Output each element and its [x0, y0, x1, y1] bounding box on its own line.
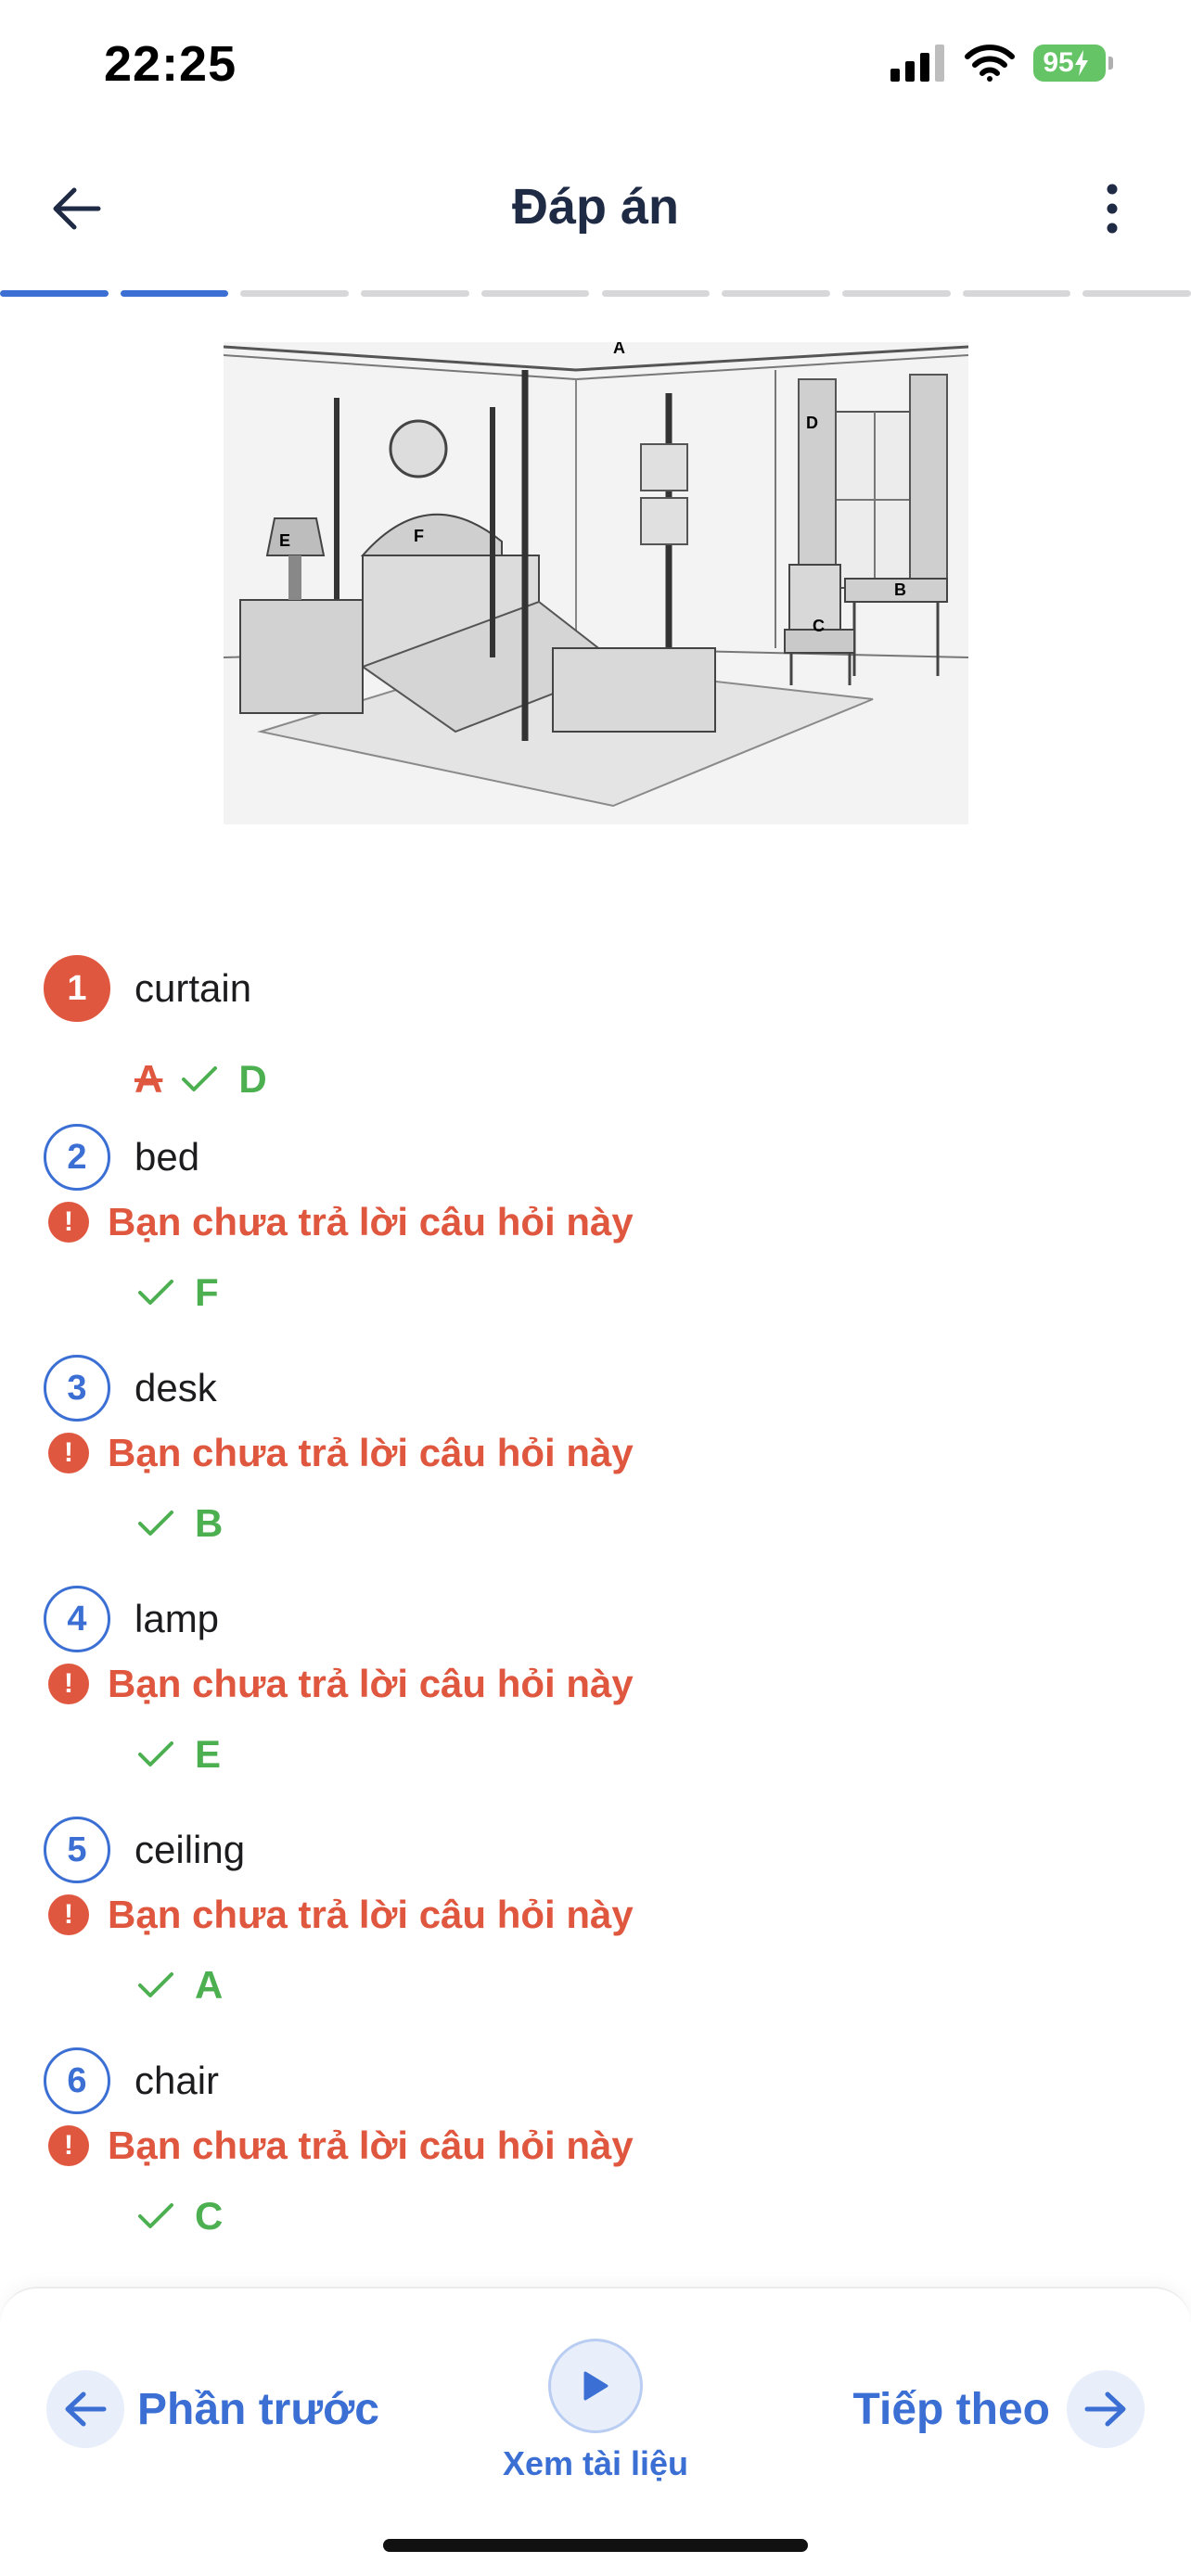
given-answer-wrong: A	[134, 1057, 163, 1101]
question-number-badge: 1	[44, 955, 110, 1022]
check-icon	[181, 1061, 218, 1098]
bedroom-sketch-drawing: A B C D E F	[223, 338, 969, 824]
progress-segment	[1082, 290, 1191, 297]
question-number-badge: 4	[44, 1586, 110, 1652]
alert-icon: !	[48, 2125, 89, 2166]
page-title: Đáp án	[511, 179, 680, 235]
alert-icon: !	[48, 1202, 89, 1243]
next-label: Tiếp theo	[852, 2384, 1050, 2434]
check-icon	[137, 1274, 174, 1311]
check-icon	[137, 1736, 174, 1773]
question-progress-bar	[0, 290, 1191, 297]
battery-cap	[1108, 57, 1113, 70]
progress-segment	[722, 290, 830, 297]
status-time: 22:25	[104, 36, 237, 92]
check-icon	[137, 2198, 174, 2235]
answer-row: F	[137, 1270, 219, 1315]
alert-icon: !	[48, 1433, 89, 1473]
battery-indicator: 95	[1033, 45, 1113, 82]
label-f: F	[414, 527, 424, 545]
question-word: chair	[134, 2059, 220, 2102]
home-indicator[interactable]	[383, 2539, 808, 2552]
question-word: curtain	[134, 966, 252, 1010]
unanswered-warning: ! Bạn chưa trả lời câu hỏi này	[48, 2123, 634, 2168]
question-word: desk	[134, 1366, 217, 1409]
check-icon	[137, 1967, 174, 2004]
unanswered-warning: ! Bạn chưa trả lời câu hỏi này	[48, 1893, 634, 1937]
progress-segment	[120, 290, 229, 297]
progress-segment	[480, 290, 590, 297]
answer-row: B	[137, 1501, 223, 1546]
battery-percent: 95	[1043, 47, 1074, 78]
question-word: bed	[134, 1135, 200, 1179]
answer-row: A D	[134, 1057, 267, 1102]
warning-text: Bạn chưa trả lời câu hỏi này	[108, 1431, 634, 1474]
next-button[interactable]: Tiếp theo	[853, 2370, 1145, 2448]
warning-text: Bạn chưa trả lời câu hỏi này	[108, 2123, 634, 2167]
bedroom-sketch-image: A B C D E F	[223, 338, 969, 824]
unanswered-warning: ! Bạn chưa trả lời câu hỏi này	[48, 1431, 634, 1475]
more-options-button[interactable]	[1074, 171, 1150, 247]
alert-icon: !	[48, 1894, 89, 1935]
alert-icon: !	[48, 1664, 89, 1704]
progress-segment	[0, 290, 109, 297]
warning-text: Bạn chưa trả lời câu hỏi này	[108, 1200, 634, 1243]
cellular-signal-icon	[890, 45, 944, 82]
unanswered-warning: ! Bạn chưa trả lời câu hỏi này	[48, 1662, 634, 1706]
battery-level: 95	[1033, 45, 1106, 82]
progress-segment	[240, 290, 350, 297]
label-d: D	[806, 414, 818, 432]
more-vertical-icon	[1107, 184, 1118, 234]
correct-answer: B	[195, 1501, 224, 1545]
label-c: C	[813, 617, 825, 635]
question-number-badge: 3	[44, 1355, 110, 1422]
question-number-badge: 6	[44, 2047, 110, 2114]
view-document-label: Xem tài liệu	[502, 2444, 689, 2482]
progress-segment	[361, 290, 469, 297]
wifi-icon	[965, 45, 1015, 82]
progress-segment	[962, 290, 1071, 297]
question-number-badge: 2	[44, 1124, 110, 1191]
warning-text: Bạn chưa trả lời câu hỏi này	[108, 1662, 634, 1705]
correct-answer: F	[195, 1270, 219, 1314]
answer-row: E	[137, 1732, 221, 1777]
question-number-badge: 5	[44, 1817, 110, 1883]
label-e: E	[279, 531, 290, 550]
status-icons: 95	[890, 45, 1113, 82]
arrow-right-circle-icon	[1067, 2370, 1145, 2448]
warning-text: Bạn chưa trả lời câu hỏi này	[108, 1893, 634, 1936]
correct-answer: A	[195, 1963, 224, 2007]
answer-row: A	[137, 1963, 223, 2008]
label-b: B	[894, 580, 906, 599]
check-icon	[137, 1505, 174, 1542]
question-word: lamp	[134, 1597, 220, 1640]
correct-answer: C	[195, 2194, 224, 2238]
play-icon	[548, 2339, 643, 2433]
progress-segment	[601, 290, 711, 297]
status-bar: 22:25 95	[0, 0, 1191, 130]
unanswered-warning: ! Bạn chưa trả lời câu hỏi này	[48, 1200, 634, 1244]
correct-answer: E	[195, 1732, 222, 1776]
header: Đáp án	[0, 158, 1191, 260]
answer-row: C	[137, 2194, 223, 2238]
progress-segment	[841, 290, 951, 297]
correct-answer: D	[238, 1057, 267, 1101]
bottom-navigation-bar: Phần trước Xem tài liệu Tiếp theo	[0, 2287, 1191, 2576]
question-word: ceiling	[134, 1828, 246, 1871]
label-a: A	[613, 342, 625, 357]
charging-bolt-icon	[1074, 50, 1088, 76]
